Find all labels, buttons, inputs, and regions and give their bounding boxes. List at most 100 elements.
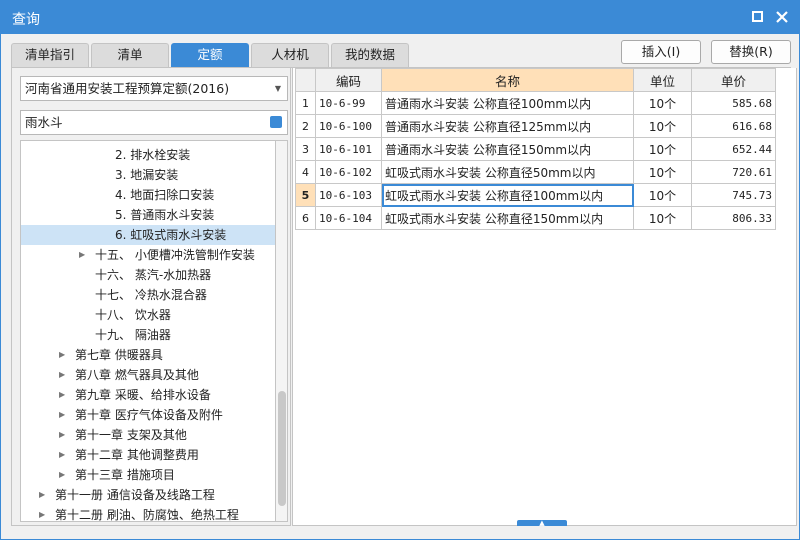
window-title: 查询 [12, 12, 40, 28]
expand-arrow-icon[interactable]: ▶ [59, 345, 65, 365]
name-cell[interactable]: 普通雨水斗安装 公称直径125mm以内 [381, 114, 634, 138]
table-row[interactable]: 1 10-6-99 普通雨水斗安装 公称直径100mm以内 10个 585.68 [295, 91, 776, 115]
unit-cell[interactable]: 10个 [633, 160, 692, 184]
tree-item[interactable]: 十八、 饮水器 [21, 305, 275, 325]
table-row[interactable]: 5 10-6-103 虹吸式雨水斗安装 公称直径100mm以内 10个 745.73 [295, 183, 776, 207]
price-cell[interactable]: 652.44 [691, 137, 776, 161]
insert-button[interactable]: 插入(I) [621, 40, 701, 64]
price-cell[interactable]: 745.73 [691, 183, 776, 207]
price-cell[interactable]: 720.61 [691, 160, 776, 184]
quota-tree: 2. 排水栓安装 3. 地漏安装 4. 地面扫除口安装 5. 普通雨水斗安装 6. 虹吸… [20, 140, 276, 522]
tree-item-label: 第十一册 通信设备及线路工程 [55, 488, 215, 502]
row-number-cell[interactable]: 4 [295, 160, 316, 184]
unit-column-header[interactable]: 单位 [633, 68, 692, 92]
tree-item[interactable]: ▶ 第九章 采暖、给排水设备 [21, 385, 275, 405]
table-row[interactable]: 6 10-6-104 虹吸式雨水斗安装 公称直径150mm以内 10个 806.33 [295, 206, 776, 230]
clear-search-icon[interactable] [270, 116, 282, 128]
expand-arrow-icon[interactable]: ▶ [59, 445, 65, 465]
unit-cell[interactable]: 10个 [633, 137, 692, 161]
tree-item-label: 3. 地漏安装 [115, 168, 179, 182]
table-row[interactable]: 2 10-6-100 普通雨水斗安装 公称直径125mm以内 10个 616.68 [295, 114, 776, 138]
expand-arrow-icon[interactable]: ▶ [39, 485, 45, 505]
search-input[interactable]: 雨水斗 [20, 110, 288, 135]
tab-materials[interactable]: 人材机 [251, 43, 329, 67]
tree-item-label: 十五、 小便槽冲洗管制作安装 [95, 248, 255, 262]
tree-item[interactable]: 3. 地漏安装 [21, 165, 275, 185]
tree-item[interactable]: 十九、 隔油器 [21, 325, 275, 345]
tree-item[interactable]: 6. 虹吸式雨水斗安装 [21, 225, 275, 245]
replace-button[interactable]: 替换(R) [711, 40, 791, 64]
title-bar: 查询 [0, 0, 800, 34]
code-cell[interactable]: 10-6-100 [315, 114, 382, 138]
code-column-header[interactable]: 编码 [315, 68, 382, 92]
tree-scrollbar-thumb[interactable] [278, 391, 286, 506]
row-number-header [295, 68, 316, 92]
row-number-cell[interactable]: 6 [295, 206, 316, 230]
unit-cell[interactable]: 10个 [633, 114, 692, 138]
unit-cell[interactable]: 10个 [633, 91, 692, 115]
row-number-cell[interactable]: 1 [295, 91, 316, 115]
unit-cell[interactable]: 10个 [633, 183, 692, 207]
tree-item[interactable]: ▶ 十五、 小便槽冲洗管制作安装 [21, 245, 275, 265]
tree-item[interactable]: 4. 地面扫除口安装 [21, 185, 275, 205]
search-input-value: 雨水斗 [25, 115, 63, 130]
price-cell[interactable]: 616.68 [691, 114, 776, 138]
name-cell[interactable]: 虹吸式雨水斗安装 公称直径50mm以内 [381, 160, 634, 184]
tree-item-label: 4. 地面扫除口安装 [115, 188, 215, 202]
code-cell[interactable]: 10-6-99 [315, 91, 382, 115]
table-row[interactable]: 4 10-6-102 虹吸式雨水斗安装 公称直径50mm以内 10个 720.61 [295, 160, 776, 184]
tree-item[interactable]: ▶ 第十章 医疗气体设备及附件 [21, 405, 275, 425]
row-number-cell[interactable]: 5 [295, 183, 316, 207]
tab-quota[interactable]: 定额 [171, 43, 249, 67]
tree-item[interactable]: ▶ 第十二册 刷油、防腐蚀、绝热工程 [21, 505, 275, 522]
chevron-down-icon[interactable]: ▼ [275, 77, 281, 100]
tree-item[interactable]: ▶ 第七章 供暖器具 [21, 345, 275, 365]
tree-item[interactable]: 十七、 冷热水混合器 [21, 285, 275, 305]
expand-arrow-icon[interactable]: ▶ [59, 405, 65, 425]
expand-arrow-icon[interactable]: ▶ [59, 365, 65, 385]
table-row[interactable]: 3 10-6-101 普通雨水斗安装 公称直径150mm以内 10个 652.44 [295, 137, 776, 161]
maximize-button[interactable] [748, 7, 768, 27]
expand-arrow-icon[interactable]: ▶ [59, 425, 65, 445]
tree-item-label: 第十二册 刷油、防腐蚀、绝热工程 [55, 508, 239, 522]
tree-item[interactable]: 5. 普通雨水斗安装 [21, 205, 275, 225]
code-cell[interactable]: 10-6-102 [315, 160, 382, 184]
expand-arrow-icon[interactable]: ▶ [59, 465, 65, 485]
name-cell[interactable]: 普通雨水斗安装 公称直径150mm以内 [381, 137, 634, 161]
expand-arrow-icon[interactable]: ▶ [59, 385, 65, 405]
expand-arrow-icon[interactable]: ▶ [79, 245, 85, 265]
quota-tree-panel: 河南省通用安装工程预算定额(2016) ▼ 雨水斗 2. 排水栓安装 3. 地漏安… [11, 68, 291, 526]
row-number-cell[interactable]: 3 [295, 137, 316, 161]
price-column-header[interactable]: 单价 [691, 68, 776, 92]
name-cell[interactable]: 普通雨水斗安装 公称直径100mm以内 [381, 91, 634, 115]
name-cell[interactable]: 虹吸式雨水斗安装 公称直径100mm以内 [381, 183, 634, 207]
code-cell[interactable]: 10-6-103 [315, 183, 382, 207]
tree-item-label: 十八、 饮水器 [95, 308, 171, 322]
tree-item[interactable]: ▶ 第十三章 措施项目 [21, 465, 275, 485]
tab-list-guide[interactable]: 清单指引 [11, 43, 89, 67]
code-cell[interactable]: 10-6-104 [315, 206, 382, 230]
library-select-value: 河南省通用安装工程预算定额(2016) [25, 81, 230, 96]
code-cell[interactable]: 10-6-101 [315, 137, 382, 161]
tree-item[interactable]: ▶ 第十一册 通信设备及线路工程 [21, 485, 275, 505]
tree-item[interactable]: ▶ 第八章 燃气器具及其他 [21, 365, 275, 385]
tree-item[interactable]: 2. 排水栓安装 [21, 145, 275, 165]
price-cell[interactable]: 806.33 [691, 206, 776, 230]
close-button[interactable] [772, 7, 792, 27]
tab-my-data[interactable]: 我的数据 [331, 43, 409, 67]
tree-item[interactable]: ▶ 第十一章 支架及其他 [21, 425, 275, 445]
quota-table: 编码 名称 单位 单价 1 10-6-99 普通雨水斗安装 公称直径100mm以内 1… [295, 68, 776, 230]
tree-item[interactable]: 十六、 蒸汽-水加热器 [21, 265, 275, 285]
expand-arrow-icon[interactable]: ▶ [39, 505, 45, 521]
library-select[interactable]: 河南省通用安装工程预算定额(2016) ▼ [20, 76, 288, 101]
tree-item[interactable]: ▶ 第十二章 其他调整费用 [21, 445, 275, 465]
tree-scrollbar[interactable] [276, 140, 288, 522]
price-cell[interactable]: 585.68 [691, 91, 776, 115]
name-column-header[interactable]: 名称 [381, 68, 634, 92]
panel-splitter[interactable]: ▲ [517, 520, 567, 527]
tab-bill[interactable]: 清单 [91, 43, 169, 67]
row-number-cell[interactable]: 2 [295, 114, 316, 138]
name-cell[interactable]: 虹吸式雨水斗安装 公称直径150mm以内 [381, 206, 634, 230]
tree-item-label: 6. 虹吸式雨水斗安装 [115, 228, 227, 242]
unit-cell[interactable]: 10个 [633, 206, 692, 230]
